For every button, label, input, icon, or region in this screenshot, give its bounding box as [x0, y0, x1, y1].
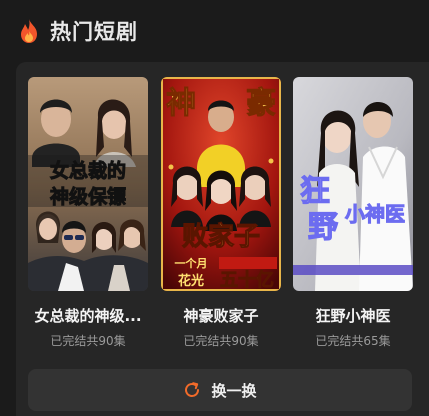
poster-title-char: 狂 — [300, 174, 330, 209]
refresh-button[interactable]: 换一换 — [28, 369, 412, 411]
poster-tagline: 五十亿 — [220, 269, 274, 291]
section-title: 热门短剧 — [50, 20, 138, 44]
poster-title-char: 豪 — [246, 86, 276, 121]
drama-status: 已完结共65集 — [315, 334, 391, 348]
poster-title-line: 小神医 — [345, 202, 405, 226]
drama-status: 已完结共90集 — [183, 334, 259, 348]
poster-title-char: 野 — [308, 210, 338, 245]
drama-poster[interactable]: 狂 野 小神医 — [293, 77, 413, 291]
poster-title-line: 神级保镖 — [50, 185, 126, 208]
drama-poster[interactable]: 神 豪 败家子 一个月 花光 五十亿 — [161, 77, 281, 291]
refresh-icon — [185, 382, 200, 397]
poster-tagline: 一个月 — [175, 256, 208, 270]
drama-title[interactable]: 女总裁的神级... — [18, 305, 158, 326]
poster-tagline: 花光 — [178, 273, 204, 289]
section-header: 热门短剧 — [18, 16, 138, 46]
refresh-label: 换一换 — [211, 381, 257, 400]
poster-title-line: 女总裁的 — [50, 159, 126, 182]
drama-card: 女总裁的 神级保镖 女总裁的神级... 已完结共90集 神 豪 败家子 一个月 … — [16, 62, 429, 416]
drama-title[interactable]: 狂野小神医 — [283, 305, 423, 326]
drama-status: 已完结共90集 — [50, 334, 126, 348]
drama-poster[interactable]: 女总裁的 神级保镖 — [28, 77, 148, 291]
drama-item[interactable]: 狂 野 小神医 狂野小神医 已完结共65集 — [293, 77, 413, 348]
poster-title-char: 神 — [166, 86, 196, 121]
poster-title-line: 败家子 — [182, 221, 260, 252]
fire-icon — [21, 19, 37, 43]
drama-item[interactable]: 神 豪 败家子 一个月 花光 五十亿 神豪败家子 已完结共90集 — [161, 77, 281, 348]
drama-title[interactable]: 神豪败家子 — [151, 305, 291, 326]
drama-item[interactable]: 女总裁的 神级保镖 女总裁的神级... 已完结共90集 — [28, 77, 148, 348]
